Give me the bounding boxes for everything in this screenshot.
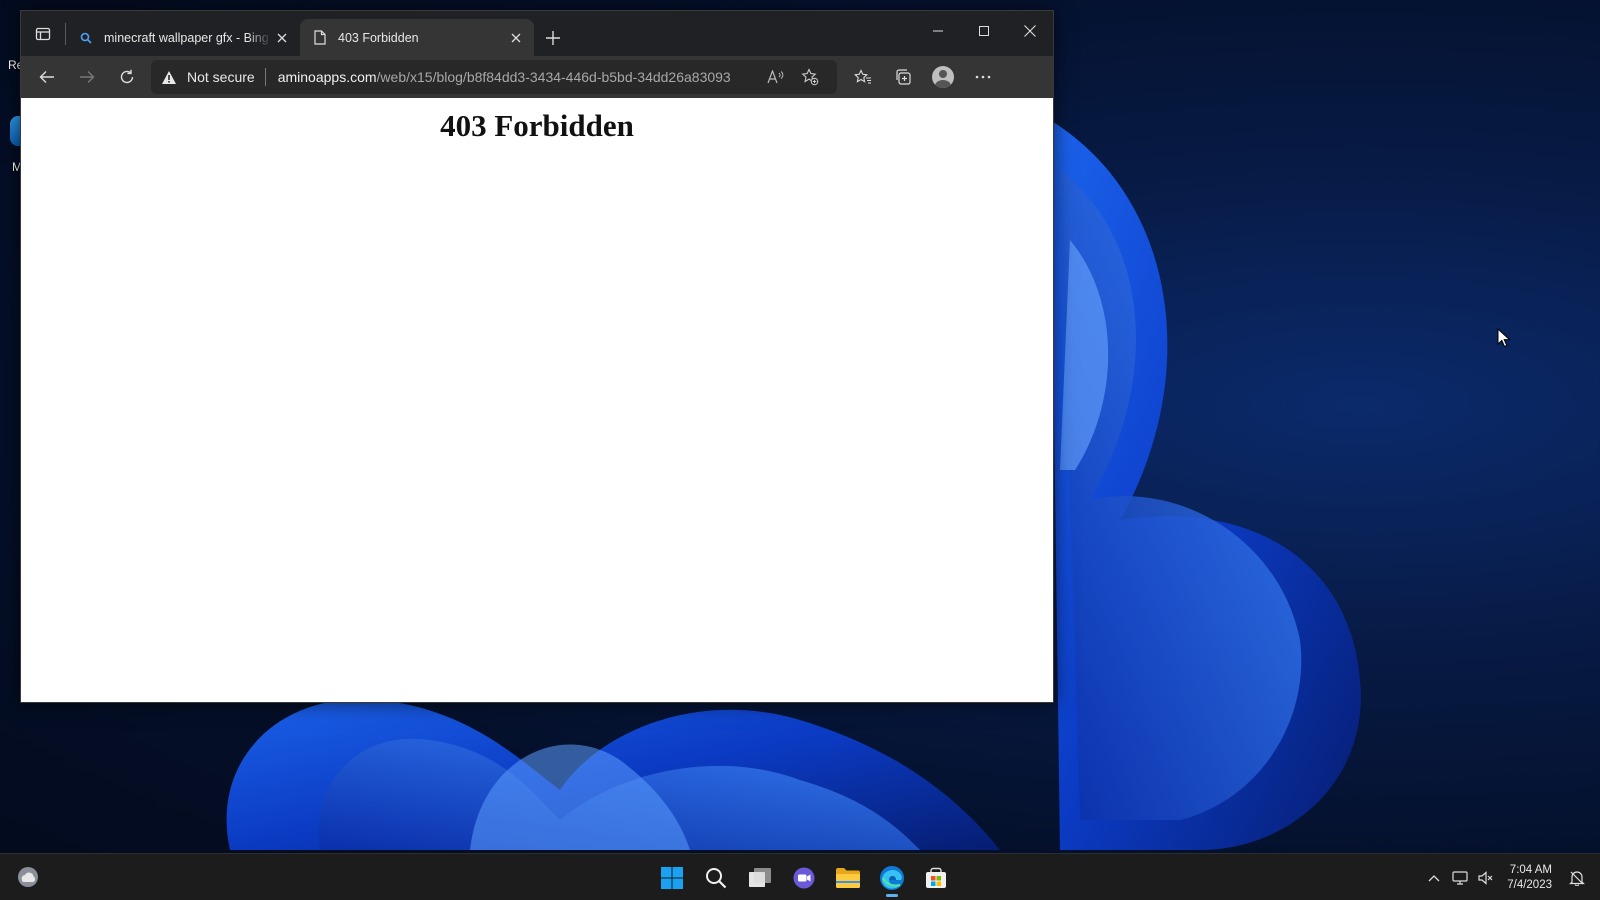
tab-title: 403 Forbidden — [338, 30, 419, 45]
star-add-icon — [801, 68, 819, 86]
start-button[interactable] — [650, 858, 694, 898]
clock-time: 7:04 AM — [1509, 863, 1552, 876]
collections-button[interactable] — [883, 60, 923, 94]
file-explorer-button[interactable] — [826, 858, 870, 898]
back-button[interactable] — [27, 60, 67, 94]
url-host: aminoapps.com — [277, 69, 377, 85]
start-icon — [661, 866, 683, 889]
add-favorite-button[interactable] — [793, 68, 827, 86]
more-menu-button[interactable] — [963, 60, 1003, 94]
tab-actions-icon — [35, 27, 51, 40]
refresh-icon — [120, 69, 134, 84]
arrow-right-icon — [80, 71, 95, 83]
avatar — [932, 66, 954, 88]
tab-403-forbidden[interactable]: 403 Forbidden — [300, 19, 534, 56]
page-icon — [312, 30, 328, 46]
store-icon — [926, 867, 946, 888]
search-icon — [706, 867, 727, 888]
title-bar: minecraft wallpaper gfx - Bing images 40… — [21, 11, 1053, 56]
favorites-icon — [854, 69, 871, 84]
chat-button[interactable] — [782, 858, 826, 898]
close-icon — [277, 33, 287, 42]
notification-bell-icon — [1569, 870, 1585, 886]
address-separator — [264, 68, 266, 86]
browser-toolbar: Not secure aminoapps.com /web/x15/blog/b… — [21, 56, 1053, 98]
maximize-button[interactable] — [961, 11, 1007, 51]
page-content: 403 Forbidden — [21, 98, 1053, 702]
close-window-button[interactable] — [1007, 11, 1053, 51]
network-button[interactable] — [1447, 870, 1473, 885]
new-tab-button[interactable] — [536, 19, 570, 56]
close-tab-button[interactable] — [506, 28, 526, 48]
taskbar: 7:04 AM 7/4/2023 — [0, 853, 1600, 900]
network-icon — [1452, 870, 1468, 885]
show-hidden-icons-button[interactable] — [1421, 874, 1447, 882]
task-view-button[interactable] — [738, 858, 782, 898]
maximize-icon — [979, 26, 989, 36]
task-view-icon — [749, 867, 771, 887]
forward-button[interactable] — [67, 60, 107, 94]
favorites-button[interactable] — [843, 60, 883, 94]
weather-icon — [18, 867, 38, 887]
read-aloud-button[interactable] — [759, 70, 793, 84]
more-icon — [975, 75, 991, 79]
clock[interactable]: 7:04 AM 7/4/2023 — [1507, 863, 1552, 893]
close-tab-button[interactable] — [272, 28, 292, 48]
taskbar-apps — [650, 854, 958, 900]
edge-button[interactable] — [870, 858, 914, 898]
clock-date: 7/4/2023 — [1507, 878, 1552, 891]
window-controls — [915, 11, 1053, 51]
cursor-arrow-icon — [1497, 327, 1511, 348]
read-aloud-icon — [767, 70, 784, 84]
minimize-icon — [933, 30, 943, 32]
volume-button[interactable] — [1473, 870, 1499, 885]
file-explorer-icon — [836, 867, 860, 888]
store-button[interactable] — [914, 858, 958, 898]
collections-icon — [896, 69, 911, 85]
edge-icon — [880, 865, 904, 890]
security-status[interactable]: Not secure — [187, 69, 255, 85]
system-tray: 7:04 AM 7/4/2023 — [1421, 854, 1600, 900]
search-icon — [78, 30, 94, 46]
address-bar[interactable]: Not secure aminoapps.com /web/x15/blog/b… — [151, 60, 837, 94]
browser-window: minecraft wallpaper gfx - Bing images 40… — [20, 10, 1054, 703]
tab-actions-button[interactable] — [21, 11, 65, 56]
volume-muted-icon — [1478, 870, 1493, 885]
plus-icon — [546, 30, 560, 45]
search-button[interactable] — [694, 858, 738, 898]
arrow-left-icon — [39, 71, 54, 83]
chevron-up-icon — [1428, 874, 1440, 881]
profile-button[interactable] — [923, 60, 963, 94]
warning-icon[interactable] — [161, 70, 181, 85]
mouse-cursor — [1497, 327, 1511, 353]
minimize-button[interactable] — [915, 11, 961, 51]
weather-widget-button[interactable] — [16, 865, 40, 889]
refresh-button[interactable] — [107, 60, 147, 94]
url-path: /web/x15/blog/b8f84dd3-3434-446d-b5bd-34… — [376, 69, 731, 85]
toolbar-right — [843, 60, 1003, 94]
tab-bing-images[interactable]: minecraft wallpaper gfx - Bing images — [66, 19, 300, 56]
notifications-button[interactable] — [1564, 870, 1590, 886]
close-icon — [1024, 25, 1036, 37]
tab-title: minecraft wallpaper gfx - Bing images — [104, 30, 272, 45]
chat-icon — [793, 867, 815, 888]
page-title: 403 Forbidden — [440, 108, 634, 143]
close-icon — [511, 33, 521, 42]
